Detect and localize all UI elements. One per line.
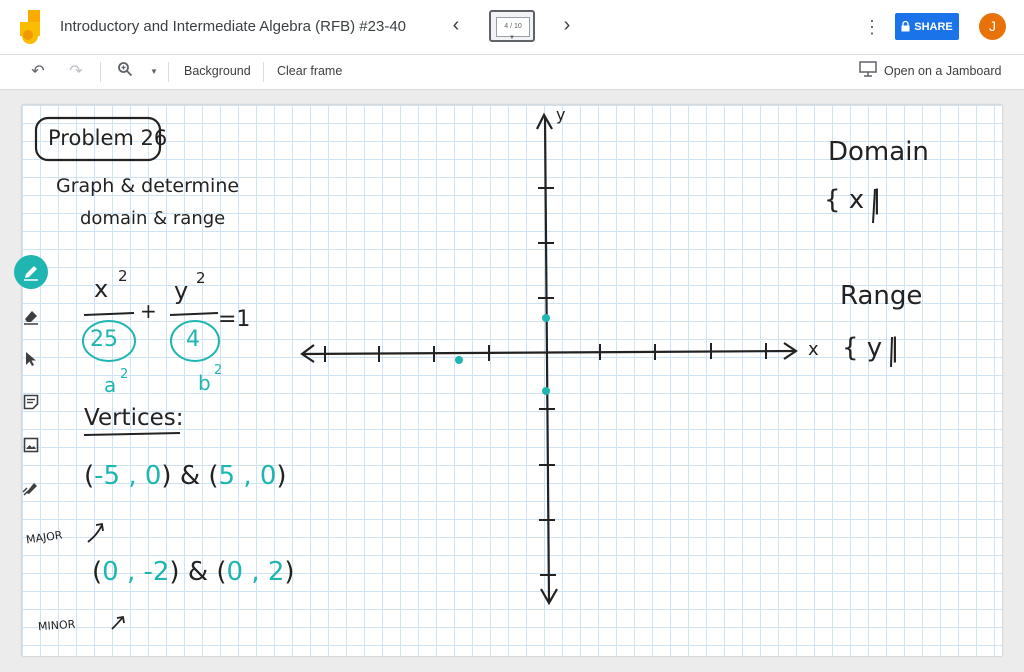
range-label: Range — [840, 281, 923, 311]
laser-tool[interactable] — [14, 471, 48, 505]
coordinate-axes — [300, 112, 798, 606]
toolbar-divider — [100, 62, 101, 82]
image-tool[interactable] — [14, 428, 48, 462]
paren: ( — [84, 461, 95, 491]
instruction-line-2: domain & range — [80, 208, 226, 229]
share-button[interactable]: SHARE — [895, 13, 959, 40]
redo-icon[interactable]: ↷ — [65, 61, 87, 83]
vertex-separator: ) & ( — [169, 557, 227, 587]
avatar[interactable]: J — [979, 13, 1006, 40]
problem-label: Problem 26 — [48, 126, 168, 150]
eraser-tool[interactable] — [14, 299, 48, 333]
chevron-down-icon: ▼ — [509, 35, 515, 41]
toolbar-divider — [263, 62, 264, 82]
eq-x-exponent: 2 — [118, 267, 128, 285]
open-on-jamboard-button[interactable]: Open on a Jamboard — [884, 64, 1001, 78]
share-label: SHARE — [914, 20, 953, 33]
major-arrow — [87, 524, 103, 543]
clear-frame-button[interactable]: Clear frame — [277, 64, 342, 78]
paren: ( — [92, 557, 103, 587]
b-label: b — [198, 371, 211, 395]
paren: ) — [284, 557, 295, 587]
major-vertex-1: -5 , 0 — [94, 461, 162, 491]
vertices-heading: Vertices: — [84, 405, 184, 431]
toolbar-divider — [168, 62, 169, 82]
pen-icon — [24, 266, 38, 281]
eq-y-exponent: 2 — [196, 269, 206, 287]
toolbar: ↶ ↷ ▼ Background Clear frame Open on a J… — [0, 55, 1024, 90]
x-axis — [301, 349, 797, 356]
whiteboard-canvas[interactable]: Problem 26 Graph & determine domain & ra… — [22, 105, 1002, 656]
major-vertices: (-5 , 0) & (5 , 0) — [84, 461, 287, 491]
frame-selector[interactable]: 4 / 10 ▼ — [489, 10, 535, 42]
eraser-icon — [24, 311, 38, 325]
app-header: Introductory and Intermediate Algebra (R… — [0, 0, 1024, 55]
more-options-icon[interactable]: ⋮ — [862, 16, 882, 38]
image-icon — [23, 437, 39, 453]
vertex-point — [542, 387, 550, 395]
minor-vertex-1: 0 , -2 — [102, 557, 170, 587]
eq-x-denominator: 25 — [90, 327, 118, 352]
eq-y-denominator: 4 — [186, 327, 200, 352]
previous-frame-button[interactable]: ‹ — [445, 14, 467, 38]
tool-rail — [12, 253, 50, 513]
vertex-separator: ) & ( — [161, 461, 219, 491]
major-vertex-2: 5 , 0 — [218, 461, 277, 491]
background-button[interactable]: Background — [184, 64, 251, 78]
next-frame-button[interactable]: › — [556, 14, 578, 38]
sticky-note-icon — [23, 394, 39, 410]
select-tool[interactable] — [14, 342, 48, 376]
domain-label: Domain — [828, 137, 929, 167]
minor-vertex-2: 0 , 2 — [226, 557, 285, 587]
y-axis-label: y — [556, 105, 566, 124]
undo-icon[interactable]: ↶ — [27, 61, 49, 83]
eq-right-side: =1 — [218, 307, 251, 332]
cursor-icon — [26, 352, 36, 366]
pen-tool[interactable] — [14, 255, 48, 289]
minor-vertices: (0 , -2) & (0 , 2) — [92, 557, 295, 587]
a-label: a — [104, 373, 117, 397]
range-set: { y | — [842, 333, 900, 363]
instruction-line-1: Graph & determine — [56, 175, 240, 197]
a-exponent: 2 — [120, 367, 129, 382]
eq-x-numerator: x — [94, 275, 109, 303]
zoom-icon[interactable] — [114, 61, 136, 83]
frame-indicator: 4 / 10 — [496, 17, 530, 37]
fraction-bar — [83, 312, 135, 316]
paren: ) — [276, 461, 287, 491]
minor-label: MINOR — [37, 617, 76, 634]
lock-icon — [901, 21, 910, 32]
vertex-point — [542, 314, 550, 322]
zoom-dropdown-icon[interactable]: ▼ — [143, 61, 165, 83]
x-axis-label: x — [808, 339, 819, 360]
fraction-bar — [169, 312, 219, 316]
vertex-point — [455, 356, 463, 364]
eq-y-numerator: y — [174, 277, 189, 305]
y-axis — [543, 116, 551, 602]
document-title: Introductory and Intermediate Algebra (R… — [60, 18, 407, 35]
b-exponent: 2 — [214, 363, 223, 378]
sticky-note-tool[interactable] — [14, 385, 48, 419]
vertices-underline — [83, 432, 181, 436]
jamboard-logo — [20, 10, 40, 44]
laser-icon — [22, 483, 37, 496]
jamboard-device-icon[interactable] — [857, 61, 879, 83]
eq-plus-sign: + — [140, 299, 157, 323]
domain-set: { x | — [824, 185, 882, 215]
